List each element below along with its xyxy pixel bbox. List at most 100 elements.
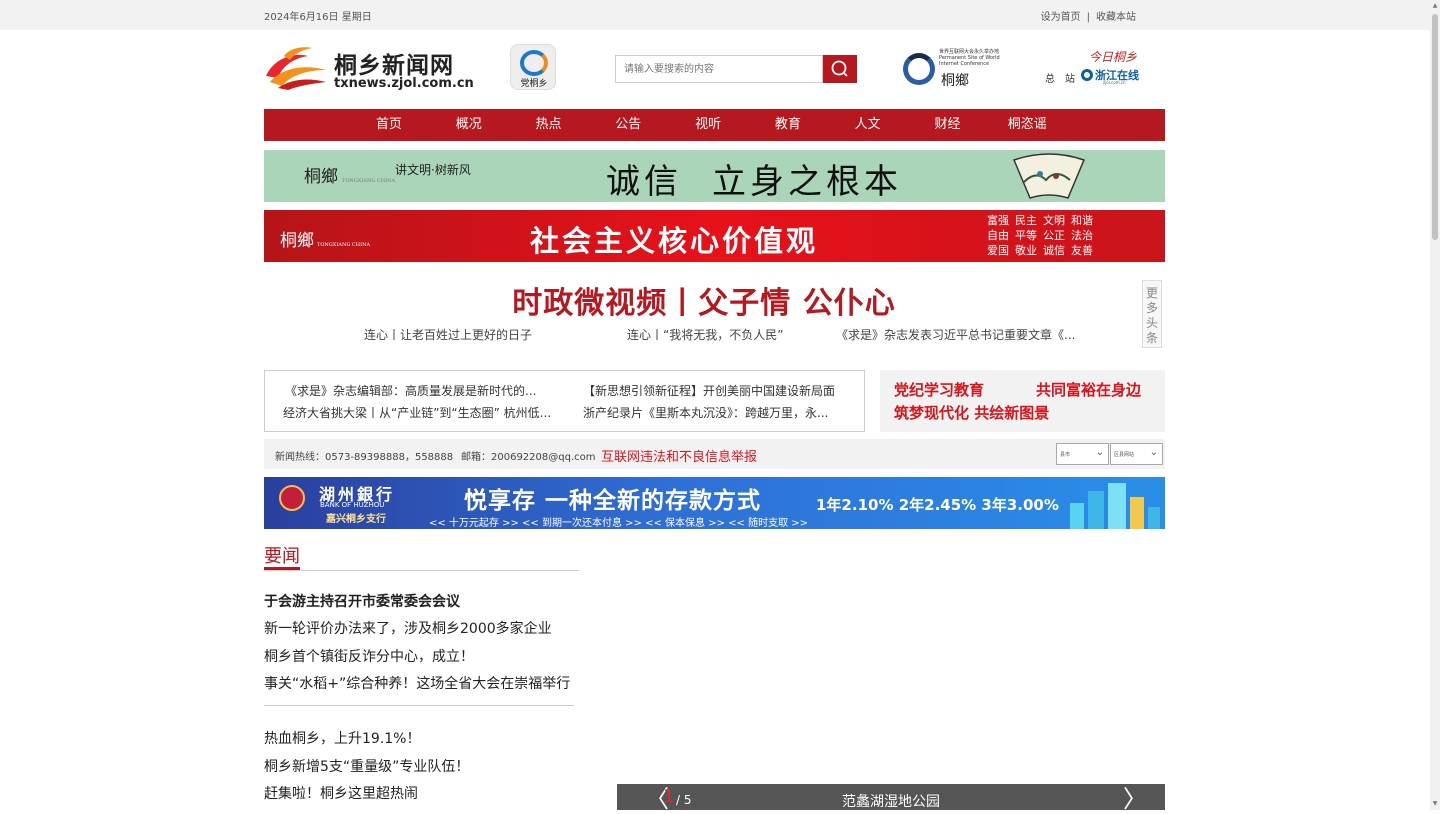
- nav-item-finance[interactable]: 财经: [908, 109, 988, 141]
- top-headline[interactable]: 时政微视频丨父子情 公仆心: [264, 278, 1144, 322]
- key-news-item[interactable]: 新一轮评价办法来了，涉及桐乡2000多家企业: [264, 618, 552, 638]
- subheadline-2[interactable]: 连心丨“我将无我，不负人民”: [627, 326, 783, 343]
- value-word: 友善: [1071, 244, 1093, 257]
- district-site-select[interactable]: 区县网站: [1110, 443, 1163, 465]
- contact-email: 邮箱：200692208@qq.com: [461, 452, 596, 463]
- value-word: 敬业: [1015, 244, 1037, 257]
- site-logo[interactable]: 桐乡新闻网 txnews.zjol.com.cn: [264, 42, 474, 92]
- bank-name-en: BANK OF HUZHOU: [320, 501, 385, 509]
- bank-ad-features: << 十万元起存 >> << 到期一次还本付息 >> << 保本保息 >> <<…: [429, 518, 809, 529]
- banner1-small-slogan: 讲文明·树新风: [395, 163, 471, 177]
- integrity-banner[interactable]: 桐鄉 TONGXIANG CHINA 讲文明·树新风 诚信 立身之根本: [264, 150, 1165, 202]
- banner2-seal-small: TONGXIANG CHINA: [317, 242, 371, 248]
- subheadline-1[interactable]: 连心丨让老百姓过上更好的日子: [364, 326, 532, 343]
- today-tongxiang-text: 今日桐乡: [1089, 50, 1138, 64]
- nav-item-home[interactable]: 首页: [349, 109, 429, 141]
- value-word: 法治: [1071, 229, 1093, 242]
- banner1-slogan-a: 诚信: [606, 162, 682, 202]
- fan-painting-icon: [1012, 153, 1086, 199]
- scroll-up-arrow-icon[interactable]: ▲: [1431, 2, 1439, 10]
- zjol-url: zjol.com.cn: [1103, 80, 1126, 85]
- top-bar: 2024年6月16日 星期日 设为首页 | 收藏本站: [0, 0, 1430, 30]
- key-news-item[interactable]: 桐乡首个镇街反诈分中心，成立！: [264, 646, 474, 666]
- value-word: 文明: [1043, 214, 1065, 227]
- key-news-item[interactable]: 于会游主持召开市委常委会会议: [264, 591, 460, 611]
- more-tab-char: 更: [1145, 286, 1158, 300]
- nav-item-culture[interactable]: 人文: [828, 109, 908, 141]
- key-news-item[interactable]: 桐乡新增5支“重量级”专业队伍！: [264, 756, 469, 776]
- bank-ad-banner[interactable]: 湖州銀行 BANK OF HUZHOU 嘉兴桐乡支行 悦享存 一种全新的存款方式…: [264, 477, 1165, 529]
- featured-news-item[interactable]: 经济大省挑大梁丨从“产业链”到“生态圈” 杭州低...: [283, 404, 551, 421]
- slider-caption[interactable]: 范蠡湖湿地公园: [617, 791, 1165, 811]
- nav-item-overview[interactable]: 概况: [429, 109, 509, 141]
- nav-item-video[interactable]: 视听: [668, 109, 748, 141]
- search-box: [615, 55, 857, 83]
- nav-item-education[interactable]: 教育: [748, 109, 828, 141]
- wic-permanent-site-logo[interactable]: 世界互联网大会永久举办地 Permanent Site of World Int…: [903, 48, 1007, 92]
- county-select[interactable]: 县市: [1056, 443, 1109, 465]
- value-word: 自由: [987, 229, 1009, 242]
- banner2-seal-text: 桐鄉: [280, 231, 314, 251]
- promo-modernization[interactable]: 筑梦现代化 共绘新图景: [894, 402, 1049, 423]
- bank-ad-headline: 悦享存 一种全新的存款方式: [464, 488, 762, 514]
- value-word: 富强: [987, 214, 1009, 227]
- nav-item-tongziyao[interactable]: 桐恣谣: [987, 109, 1067, 141]
- page-scrollbar[interactable]: ▲ ▼: [1430, 0, 1440, 810]
- value-word: 民主: [1015, 214, 1037, 227]
- promo-topics: 党纪学习教育 共同富裕在身边 筑梦现代化 共绘新图景: [880, 370, 1165, 432]
- zjol-circle-icon: [1081, 69, 1093, 81]
- bank-branch: 嘉兴桐乡支行: [326, 514, 386, 525]
- party-badge-link[interactable]: 党桐乡: [510, 44, 556, 90]
- featured-news-item[interactable]: 浙产纪录片《里斯本丸沉没》：跨越万里，永...: [583, 404, 828, 421]
- value-word: 诚信: [1043, 244, 1065, 257]
- wic-caption: 世界互联网大会永久举办地 Permanent Site of World Int…: [939, 49, 1000, 67]
- search-button[interactable]: [823, 55, 857, 83]
- subheadline-3[interactable]: 《求是》杂志发表习近平总书记重要文章《...: [836, 326, 1075, 343]
- contact-info-bar: 新闻热线：0573-89398888，558888 邮箱：200692208@q…: [264, 439, 1165, 469]
- party-circle-icon: [520, 50, 548, 76]
- more-tab-char: 条: [1145, 331, 1158, 345]
- key-news-item[interactable]: 热血桐乡，上升19.1%！: [264, 728, 420, 748]
- banner1-seal-text: 桐鄉: [304, 167, 338, 187]
- featured-news-item[interactable]: 【新思想引领新征程】开创美丽中国建设新局面: [583, 382, 835, 399]
- banner2-seal: 桐鄉 TONGXIANG CHINA: [280, 226, 370, 251]
- report-illegal-info-link[interactable]: 互联网违法和不良信息举报: [601, 446, 757, 465]
- site-domain: txnews.zjol.com.cn: [334, 76, 474, 91]
- core-values-banner[interactable]: 桐鄉 TONGXIANG CHINA 社会主义核心价值观 富强 民主 文明 和谐 自由平…: [264, 210, 1165, 262]
- value-word: 和谐: [1071, 214, 1093, 227]
- bookmark-link[interactable]: 收藏本站: [1096, 12, 1136, 23]
- wic-circle-icon: [903, 53, 935, 85]
- key-news-item[interactable]: 赶集啦！桐乡这里超热闹: [264, 783, 418, 803]
- key-news-title: 要闻: [264, 542, 300, 570]
- top-links-divider: |: [1086, 12, 1090, 23]
- more-tab-char: 头: [1145, 316, 1158, 330]
- banner1-seal-small: TONGXIANG CHINA: [342, 178, 396, 184]
- promo-common-prosperity[interactable]: 共同富裕在身边: [1036, 379, 1141, 400]
- search-input[interactable]: [615, 55, 823, 83]
- nav-item-notice[interactable]: 公告: [588, 109, 668, 141]
- site-name: 桐乡新闻网: [334, 53, 454, 79]
- value-word: 平等: [1015, 229, 1037, 242]
- core-values-list: 富强 民主 文明 和谐 自由 平等 公正 法治 爱国 敬业 诚信 友善: [987, 213, 1157, 258]
- search-icon: [831, 60, 848, 77]
- key-news-divider: [264, 570, 579, 571]
- key-news-item[interactable]: 事关“水稻+”综合种养！这场全省大会在崇福举行: [264, 673, 570, 693]
- nav-item-hot[interactable]: 热点: [509, 109, 589, 141]
- more-headlines-tab[interactable]: 更 多 头 条: [1142, 280, 1162, 348]
- top-links: 设为首页 | 收藏本站: [1041, 8, 1136, 23]
- featured-news-item[interactable]: 《求是》杂志编辑部：高质量发展是新时代的...: [285, 382, 536, 399]
- promo-party-discipline[interactable]: 党纪学习教育: [894, 379, 984, 400]
- isometric-buildings-icon: [1070, 483, 1160, 529]
- banner1-slogan-b: 立身之根本: [712, 162, 902, 202]
- zjol-logo-link[interactable]: 今日桐乡 总 站 浙江在线 zjol.com.cn: [1043, 46, 1143, 90]
- zjol-zhan: 站: [1065, 74, 1075, 85]
- wic-text: 桐鄉: [941, 73, 969, 89]
- current-date: 2024年6月16日 星期日: [264, 12, 372, 23]
- key-news-separator: [264, 705, 574, 706]
- core-values-title: 社会主义核心价值观: [530, 224, 819, 258]
- scroll-down-arrow-icon[interactable]: ▼: [1431, 800, 1439, 808]
- scrollbar-thumb[interactable]: [1432, 14, 1438, 240]
- set-home-link[interactable]: 设为首页: [1041, 12, 1081, 23]
- bank-logo-icon: [279, 485, 305, 511]
- more-tab-char: 多: [1145, 301, 1158, 315]
